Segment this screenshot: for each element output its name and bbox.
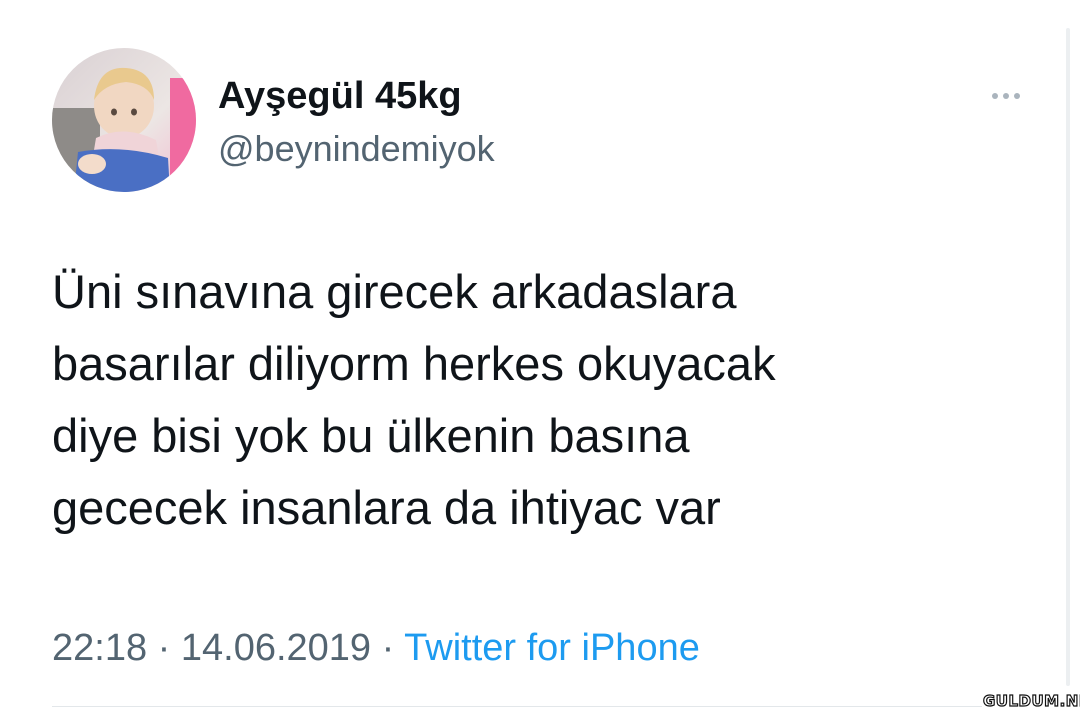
more-horizontal-icon <box>1014 93 1020 99</box>
tweet-text-line: basarılar diliyorm herkes okuyacak <box>52 337 776 390</box>
tweet-text: Üni sınavına girecek arkadaslara basarıl… <box>52 256 992 544</box>
tweet-meta: 22:18 · 14.06.2019 · Twitter for iPhone <box>52 622 700 674</box>
tweet-time[interactable]: 22:18 <box>52 627 147 669</box>
tweet-text-line: diye bisi yok bu ülkenin basına <box>52 409 690 462</box>
more-horizontal-icon <box>992 93 998 99</box>
site-watermark: GULDUM.NET <box>982 691 1080 710</box>
more-horizontal-icon <box>1003 93 1009 99</box>
tweet-card: Ayşegül 45kg @beynindemiyok Üni sınavına… <box>0 0 1080 714</box>
divider <box>52 706 982 707</box>
meta-separator: · <box>157 627 171 669</box>
author-display-name[interactable]: Ayşegül 45kg <box>218 72 462 120</box>
author-avatar[interactable] <box>52 48 196 192</box>
avatar-photo <box>52 48 196 192</box>
tweet-text-line: Üni sınavına girecek arkadaslara <box>52 265 737 318</box>
tweet-source-link[interactable]: Twitter for iPhone <box>404 627 700 669</box>
meta-separator: · <box>381 627 395 669</box>
tweet-text-line: gececek insanlara da ihtiyac var <box>52 481 721 534</box>
more-options-button[interactable] <box>978 78 1034 114</box>
tweet-date[interactable]: 14.06.2019 <box>181 627 371 669</box>
scrollbar[interactable] <box>1066 28 1070 686</box>
author-handle[interactable]: @beynindemiyok <box>218 126 495 172</box>
